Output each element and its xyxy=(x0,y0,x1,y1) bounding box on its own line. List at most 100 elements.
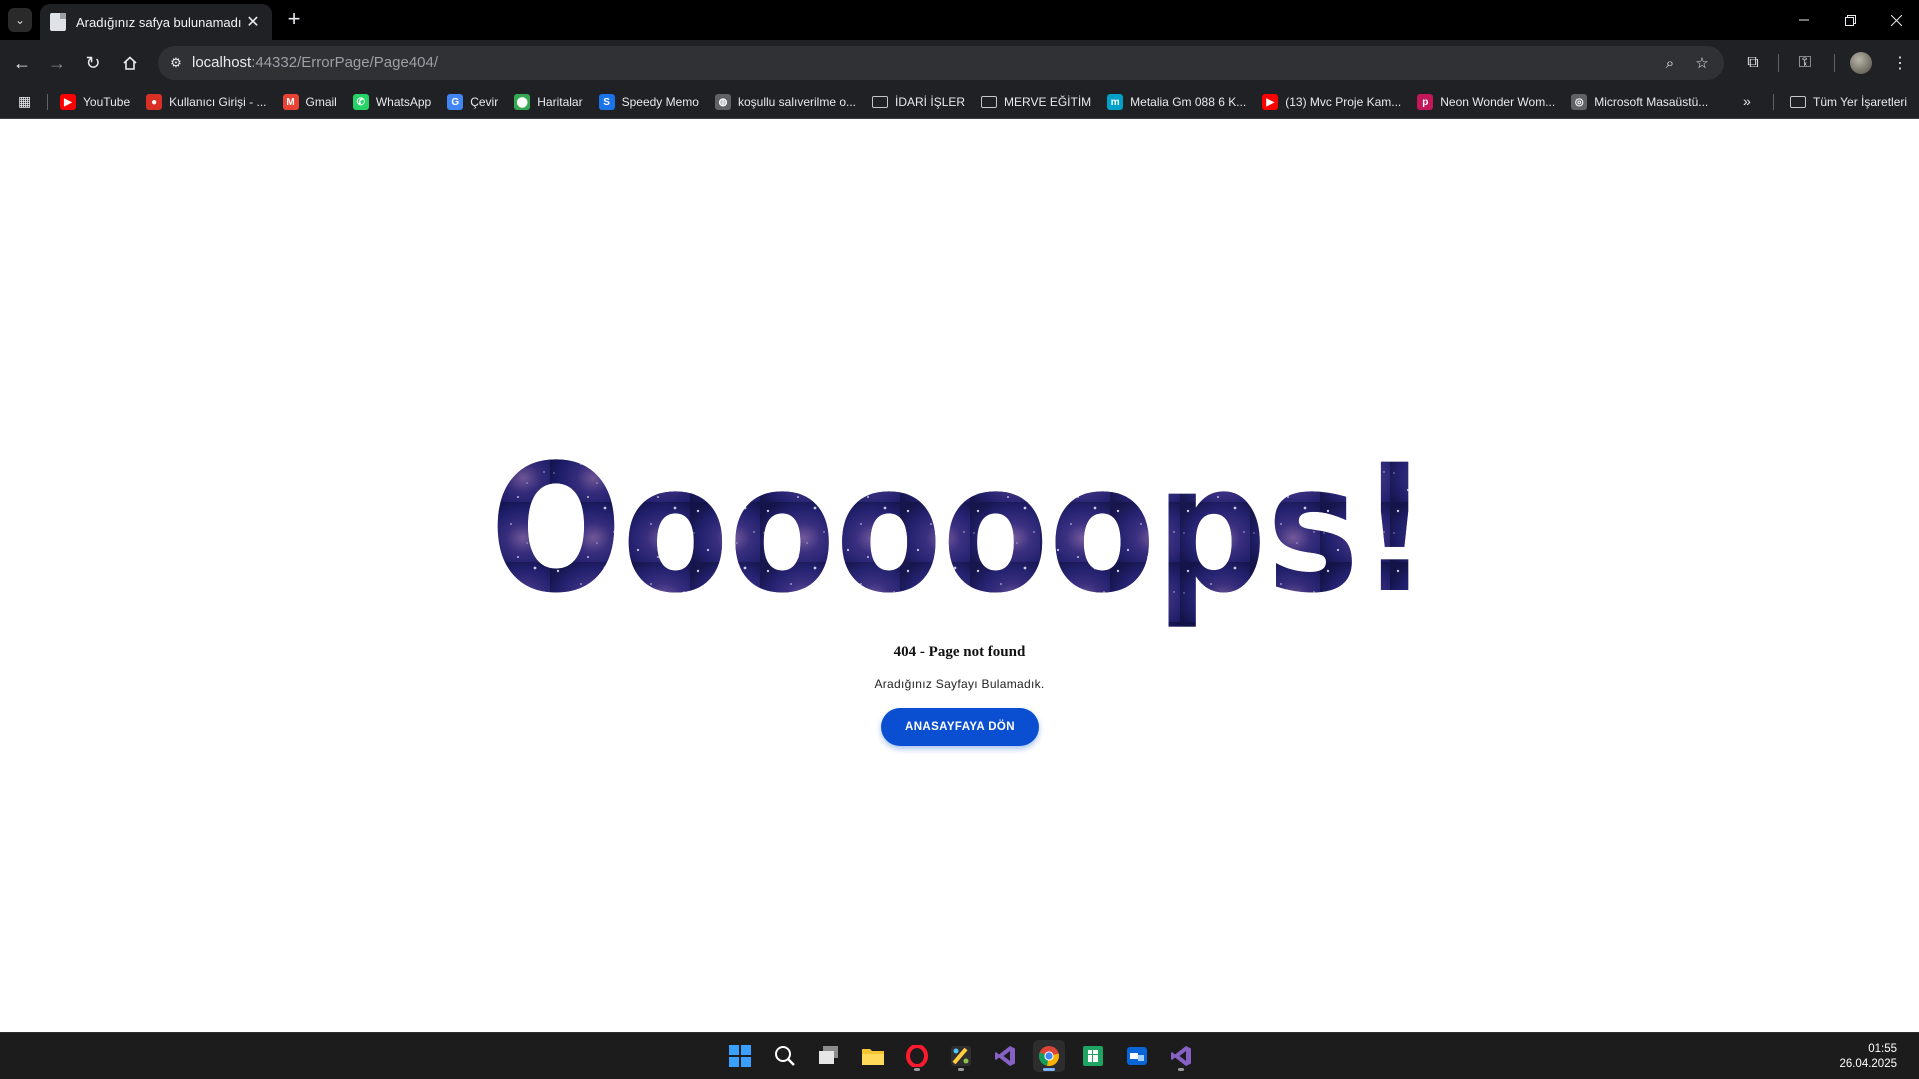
close-tab-icon[interactable]: ✕ xyxy=(244,12,262,32)
visual-studio-button[interactable] xyxy=(989,1040,1021,1072)
minimize-button[interactable] xyxy=(1781,0,1827,40)
gmail-icon: M xyxy=(282,94,299,110)
taskbar-search-button[interactable] xyxy=(769,1040,801,1072)
puzzle-icon: ⧉ xyxy=(1747,54,1759,71)
back-arrow-icon: ← xyxy=(13,52,31,73)
running-indicator xyxy=(958,1068,964,1071)
extensions-button[interactable]: ⧉ xyxy=(1738,48,1768,78)
bookmark-item[interactable]: İDARİ İŞLER xyxy=(872,95,965,109)
zoom-icon[interactable]: ⌕ xyxy=(1660,53,1680,73)
all-bookmarks-label: Tüm Yer İşaretleri xyxy=(1813,95,1908,109)
bookmark-label: Metalia Gm 088 6 K... xyxy=(1130,95,1247,109)
bookmark-label: Neon Wonder Wom... xyxy=(1440,95,1556,109)
address-bar[interactable]: ⚙ localhost:44332/ErrorPage/Page404/ ⌕ ☆ xyxy=(158,46,1724,80)
error-subtitle: Aradığınız Sayfayı Bulamadık. xyxy=(874,677,1045,691)
site-info-icon[interactable]: ⚙ xyxy=(166,53,186,73)
key-icon: ⚿ xyxy=(1798,54,1812,71)
system-clock[interactable]: 01:55 26.04.2025 xyxy=(1839,1042,1897,1072)
bookmark-item[interactable]: ◍ koşullu salıverilme o... xyxy=(714,94,857,110)
back-button[interactable]: ← xyxy=(7,48,37,78)
sheets-button[interactable] xyxy=(1077,1040,1109,1072)
password-manager-button[interactable]: ⚿ xyxy=(1790,48,1820,78)
bookmark-item[interactable]: S Speedy Memo xyxy=(598,94,699,110)
windows-start-button[interactable] xyxy=(724,1040,756,1072)
profile-avatar[interactable] xyxy=(1850,52,1872,74)
home-nav-button[interactable] xyxy=(115,48,145,78)
clock-time: 01:55 xyxy=(1868,1043,1897,1055)
bookmark-item[interactable]: p Neon Wonder Wom... xyxy=(1417,94,1555,110)
bookmark-label: WhatsApp xyxy=(375,95,432,109)
paint-button[interactable] xyxy=(945,1040,977,1072)
opera-button[interactable] xyxy=(901,1040,933,1072)
bookmark-item[interactable]: ▶ YouTube xyxy=(60,94,130,110)
tab-search-button[interactable]: ⌄ xyxy=(8,8,32,32)
bookmark-label: Gmail xyxy=(305,95,337,109)
login-icon: ● xyxy=(146,94,163,110)
oops-heading: Oooooops! Oooooops! xyxy=(490,442,1430,632)
toolbar-divider xyxy=(1778,54,1779,72)
bookmark-item[interactable]: G Çevir xyxy=(447,94,498,110)
bookmark-label: (13) Mvc Proje Kam... xyxy=(1285,95,1402,109)
more-bookmarks-icon[interactable]: » xyxy=(1743,93,1751,109)
bookmark-item[interactable]: ◎ Microsoft Masaüstü... xyxy=(1571,94,1708,110)
microsoft-icon: ◎ xyxy=(1571,94,1588,110)
back-to-home-button[interactable]: ANASAYFAYA DÖN xyxy=(881,708,1039,746)
restore-button[interactable] xyxy=(1827,0,1873,40)
globe-icon: ◍ xyxy=(714,94,731,110)
bookmark-star-icon[interactable]: ☆ xyxy=(1692,53,1712,73)
bookmark-item[interactable]: M Gmail xyxy=(282,94,337,110)
bookmark-label: koşullu salıverilme o... xyxy=(737,95,857,109)
search-icon xyxy=(775,1046,795,1066)
bookmark-item[interactable]: MERVE EĞİTİM xyxy=(981,95,1091,109)
reload-icon: ↻ xyxy=(85,52,101,73)
bookmark-item[interactable]: ✆ WhatsApp xyxy=(352,94,432,110)
task-view-button[interactable] xyxy=(813,1040,845,1072)
apps-grid-icon[interactable]: ▦ xyxy=(18,93,34,109)
png-icon: p xyxy=(1417,94,1434,110)
remote-desktop-icon xyxy=(1127,1047,1147,1065)
file-explorer-icon xyxy=(862,1049,884,1065)
speedy-memo-icon: S xyxy=(598,94,615,110)
error-title: 404 - Page not found xyxy=(893,644,1026,660)
chrome-button[interactable] xyxy=(1033,1040,1065,1072)
whatsapp-icon: ✆ xyxy=(352,94,369,110)
bookmark-label: Çevir xyxy=(470,95,499,109)
windows-start-icon xyxy=(729,1045,751,1067)
visual-studio-2-button[interactable] xyxy=(1165,1040,1197,1072)
sheets-icon xyxy=(1083,1046,1103,1066)
bookmark-label: Microsoft Masaüstü... xyxy=(1594,95,1709,109)
windows-taskbar: 01:55 26.04.2025 xyxy=(0,1032,1919,1079)
bookmark-item[interactable]: m Metalia Gm 088 6 K... xyxy=(1107,94,1246,110)
visual-studio-2-icon xyxy=(1171,1046,1191,1066)
menu-button[interactable]: ⋮ xyxy=(1885,48,1915,78)
minimize-icon xyxy=(1799,19,1809,21)
bookmarks-divider xyxy=(47,94,48,110)
toolbar-divider xyxy=(1834,54,1835,72)
active-tab[interactable]: Aradığınız safya bulunamadı ✕ xyxy=(40,4,272,40)
youtube-icon: ▶ xyxy=(60,94,76,110)
remote-desktop-button[interactable] xyxy=(1121,1040,1153,1072)
file-explorer-button[interactable] xyxy=(857,1040,889,1072)
reload-button[interactable]: ↻ xyxy=(78,48,108,78)
all-bookmarks-button[interactable]: Tüm Yer İşaretleri xyxy=(1790,85,1907,119)
more-vert-icon: ⋮ xyxy=(1892,55,1908,72)
tab-strip: ⌄ Aradığınız safya bulunamadı ✕ + xyxy=(0,0,1919,40)
bookmark-item[interactable]: ● Kullanıcı Girişi - ... xyxy=(146,94,267,110)
url-text[interactable]: localhost:44332/ErrorPage/Page404/ xyxy=(192,54,438,71)
bookmark-item[interactable]: ⬤ Haritalar xyxy=(514,94,583,110)
bookmark-item[interactable]: ▶ (13) Mvc Proje Kam... xyxy=(1262,94,1401,110)
oops-text-stars: Oooooops! xyxy=(490,442,1430,632)
new-tab-button[interactable]: + xyxy=(282,8,306,32)
forward-button[interactable]: → xyxy=(42,48,72,78)
close-window-button[interactable] xyxy=(1873,0,1919,40)
bookmarks-bar: ▦ ▶ YouTube ● Kullanıcı Girişi - ... M Gmail ✆… xyxy=(0,85,1919,119)
maps-icon: ⬤ xyxy=(514,94,531,110)
folder-icon xyxy=(872,96,889,108)
restore-icon xyxy=(1844,14,1856,26)
bookmark-label: İDARİ İŞLER xyxy=(895,95,966,109)
chevron-down-icon: ⌄ xyxy=(14,13,26,27)
clock-date: 26.04.2025 xyxy=(1839,1058,1897,1070)
tab-title: Aradığınız safya bulunamadı xyxy=(76,14,242,30)
browser-toolbar: ← → ↻ ⚙ localhost:44332/ErrorPage/Page40… xyxy=(0,40,1919,85)
bookmark-list: ▶ YouTube ● Kullanıcı Girişi - ... M Gmail ✆ Wh… xyxy=(60,85,1724,119)
